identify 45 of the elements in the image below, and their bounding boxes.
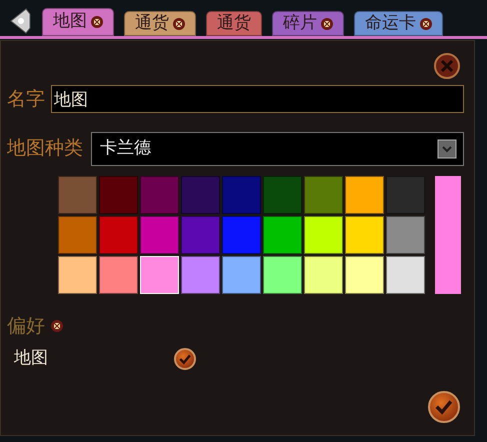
close-icon	[440, 59, 454, 73]
color-swatch[interactable]	[99, 216, 138, 254]
color-swatch[interactable]	[58, 176, 97, 214]
color-swatch[interactable]	[99, 256, 138, 294]
color-swatch[interactable]	[58, 216, 97, 254]
color-swatch[interactable]	[345, 256, 384, 294]
type-label: 地图种类	[7, 136, 83, 162]
color-swatch[interactable]	[140, 176, 179, 214]
color-swatch[interactable]	[99, 176, 138, 214]
checkbox[interactable]	[174, 348, 196, 370]
preferences-label: 偏好	[7, 314, 45, 338]
name-label: 名字	[7, 87, 45, 112]
color-swatch[interactable]	[386, 216, 425, 254]
color-swatch[interactable]	[345, 176, 384, 214]
color-swatch[interactable]	[181, 176, 220, 214]
tab[interactable]: 通货	[124, 11, 196, 36]
color-swatch[interactable]	[304, 216, 343, 254]
color-swatch[interactable]	[345, 216, 384, 254]
color-swatch[interactable]	[181, 216, 220, 254]
preference-label: 地图	[14, 347, 49, 370]
color-swatch[interactable]	[222, 216, 261, 254]
tab[interactable]: 地图	[42, 8, 114, 36]
check-icon	[178, 352, 192, 365]
color-swatch[interactable]	[263, 216, 302, 254]
name-field[interactable]: 地图	[51, 85, 464, 114]
close-button[interactable]	[434, 53, 460, 79]
tab[interactable]: 通货	[206, 11, 262, 36]
color-swatch[interactable]	[222, 256, 261, 294]
color-swatch[interactable]	[263, 176, 302, 214]
color-swatch[interactable]	[222, 176, 261, 214]
tab[interactable]: 碎片	[272, 11, 344, 36]
color-swatch[interactable]	[386, 256, 425, 294]
color-swatch[interactable]	[58, 256, 97, 294]
map-type-dropdown[interactable]: 卡兰德	[91, 132, 464, 166]
check-icon	[435, 398, 453, 416]
confirm-button[interactable]	[428, 391, 460, 423]
back-arrow-icon[interactable]	[8, 8, 32, 34]
color-swatch[interactable]	[304, 256, 343, 294]
tab[interactable]: 命运卡	[354, 11, 443, 36]
badge-icon	[51, 320, 63, 332]
dropdown-icon	[437, 138, 457, 158]
color-swatch[interactable]	[181, 256, 220, 294]
color-swatch[interactable]	[140, 216, 179, 254]
color-swatch[interactable]	[263, 256, 302, 294]
color-swatch[interactable]	[304, 176, 343, 214]
